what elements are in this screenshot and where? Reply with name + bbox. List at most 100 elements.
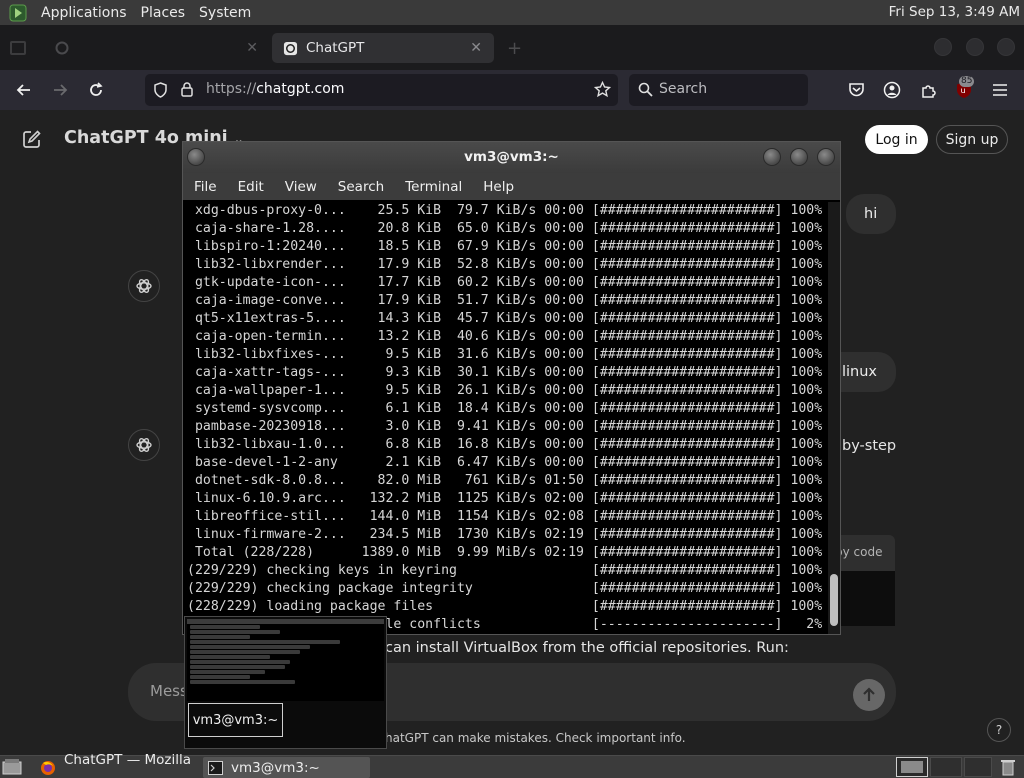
send-button[interactable] [853,679,885,711]
terminal-output[interactable]: xdg-dbus-proxy-0... 25.5 KiB 79.7 KiB/s … [187,202,827,634]
back-arrow-icon[interactable] [13,79,35,101]
tab-list-icon[interactable] [10,41,26,55]
new-tab-icon[interactable]: + [507,38,522,59]
terminal-window[interactable]: vm3@vm3:~ File Edit View Search Terminal… [182,141,841,635]
ublock-badge: 85 [959,76,975,87]
bottom-taskbar: ChatGPT — Mozilla ... vm3@vm3:~ [0,752,1024,778]
workspace-3[interactable] [964,757,992,777]
menu-search[interactable]: Search [327,179,394,195]
close-tab-icon[interactable]: ✕ [470,40,482,56]
menu-file[interactable]: File [183,179,227,195]
url-text[interactable]: https://chatgpt.com [206,81,344,97]
terminal-line: qt5-x11extras-5.... 14.3 KiB 45.7 KiB/s … [187,311,823,326]
terminal-line: libspiro-1:20240... 18.5 KiB 67.9 KiB/s … [187,239,823,254]
tab-chatgpt[interactable]: ChatGPT ✕ [272,33,494,63]
copy-code-label[interactable]: by code [835,545,882,559]
tab-label: ChatGPT [306,40,365,56]
shield-icon[interactable] [153,82,168,102]
maximize-window-button[interactable] [790,148,808,166]
scrollbar-thumb[interactable] [830,574,838,626]
terminal-title: vm3@vm3:~ [464,149,559,165]
hamburger-menu-icon[interactable] [989,79,1011,101]
assistant-text-fragment: can install VirtualBox from the official… [385,640,789,656]
terminal-title-bar[interactable]: vm3@vm3:~ [183,142,840,173]
bookmark-star-icon[interactable] [593,80,612,102]
top-panel: Applications Places System Fri Sep 13, 3… [0,0,1024,25]
terminal-line: linux-firmware-2... 234.5 MiB 1730 KiB/s… [187,527,823,542]
terminal-line: gtk-update-icon-... 17.7 KiB 60.2 KiB/s … [187,275,823,290]
applications-menu[interactable]: Applications [34,5,134,21]
menu-terminal[interactable]: Terminal [394,179,472,195]
taskbar-item-firefox[interactable]: ChatGPT — Mozilla ... [36,752,201,778]
navigation-bar: https://chatgpt.com Search u 85 [0,70,1024,110]
disclaimer-text: hatGPT can make mistakes. Check importan… [385,731,686,745]
minimize-window-button[interactable] [763,148,781,166]
close-window-button[interactable] [997,38,1015,56]
preview-label[interactable]: vm3@vm3:~ [188,703,283,737]
chatgpt-favicon-icon [282,40,298,56]
account-icon[interactable] [881,79,903,101]
terminal-line: caja-wallpaper-1... 9.5 KiB 26.1 KiB/s 0… [187,383,823,398]
pocket-icon[interactable] [845,79,867,101]
message-placeholder: Mess [150,682,188,700]
trash-icon[interactable] [1000,758,1016,776]
message-text: hi [864,206,878,222]
terminal-line: caja-share-1.28.... 20.8 KiB 65.0 KiB/s … [187,221,823,236]
message-text: linux [842,364,878,380]
show-desktop-icon[interactable] [2,758,22,776]
close-tab-icon[interactable]: ✕ [246,40,258,56]
preview-thumbnail [187,619,384,701]
code-block-header: by code [835,535,895,571]
firefox-icon [40,760,56,776]
workspace-1[interactable] [896,757,928,777]
search-bar[interactable]: Search [629,74,808,106]
system-menu[interactable]: System [192,5,258,21]
clock[interactable]: Fri Sep 13, 3:49 AM [889,4,1020,20]
search-icon [638,82,653,101]
menu-view[interactable]: View [274,179,327,195]
distro-logo-icon[interactable] [8,3,28,23]
reload-icon[interactable] [85,79,107,101]
terminal-menu-bar: File Edit View Search Terminal Help [183,173,840,200]
terminal-line: (228/229) loading package files [#######… [187,599,823,614]
url-bar[interactable]: https://chatgpt.com [145,74,618,106]
terminal-scrollbar[interactable] [828,202,840,634]
taskbar-item-terminal[interactable]: vm3@vm3:~ [203,757,370,778]
new-chat-icon[interactable] [22,129,42,153]
forward-arrow-icon[interactable] [49,79,71,101]
places-menu[interactable]: Places [134,5,193,21]
terminal-line: xdg-dbus-proxy-0... 25.5 KiB 79.7 KiB/s … [187,203,823,218]
log-in-button[interactable]: Log in [865,125,928,154]
terminal-line: caja-xattr-tags-... 9.3 KiB 30.1 KiB/s 0… [187,365,823,380]
terminal-line: Total (228/228) 1389.0 MiB 9.99 MiB/s 02… [187,545,823,560]
terminal-line: libreoffice-stil... 144.0 MiB 1154 KiB/s… [187,509,823,524]
close-window-button[interactable] [817,148,835,166]
terminal-line: base-devel-1-2-any 2.1 KiB 6.47 KiB/s 00… [187,455,823,470]
window-preview-popup[interactable]: vm3@vm3:~ [184,616,387,749]
terminal-line: caja-image-conve... 17.9 KiB 51.7 KiB/s … [187,293,823,308]
workspace-2[interactable] [930,757,962,777]
chatgpt-avatar-icon [128,270,160,302]
terminal-line: dotnet-sdk-8.0.8... 82.0 MiB 761 KiB/s 0… [187,473,823,488]
terminal-line: systemd-sysvcomp... 6.1 KiB 18.4 KiB/s 0… [187,401,823,416]
minimize-window-button[interactable] [934,38,952,56]
terminal-line: lib32-libxfixes-... 9.5 KiB 31.6 KiB/s 0… [187,347,823,362]
extensions-icon[interactable] [917,79,939,101]
menu-help[interactable]: Help [472,179,524,195]
sign-up-button[interactable]: Sign up [936,125,1008,154]
browser-tab-bar: ✕ ChatGPT ✕ + [0,25,1024,70]
chatgpt-avatar-icon [128,429,160,461]
help-button[interactable]: ? [987,718,1011,742]
menu-edit[interactable]: Edit [227,179,274,195]
loading-icon [54,40,70,56]
code-block-body [835,571,895,626]
search-placeholder: Search [659,81,708,97]
terminal-line: caja-open-termin... 13.2 KiB 40.6 KiB/s … [187,329,823,344]
terminal-line: lib32-libxrender... 17.9 KiB 52.8 KiB/s … [187,257,823,272]
tab-background[interactable]: ✕ [44,33,270,63]
lock-icon[interactable] [181,82,193,101]
maximize-window-button[interactable] [966,38,984,56]
terminal-line: (229/229) checking package integrity [##… [187,581,823,596]
user-message-bubble: hi [846,194,896,234]
terminal-line: pambase-20230918... 3.0 KiB 9.41 KiB/s 0… [187,419,823,434]
